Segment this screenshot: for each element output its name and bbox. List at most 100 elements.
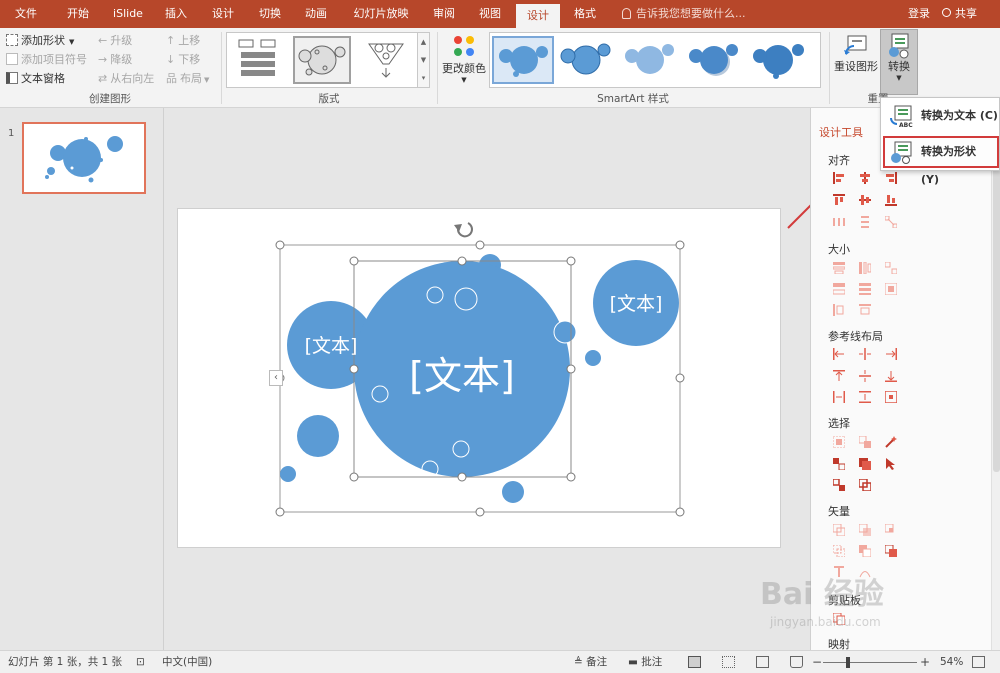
fit-slide-icon[interactable] bbox=[885, 283, 897, 295]
tab-transitions[interactable]: 切换 bbox=[250, 0, 290, 28]
convert-to-text-item[interactable]: ABC 转换为文本 (C) bbox=[883, 100, 999, 132]
zoom-out-button[interactable]: − bbox=[812, 651, 822, 673]
guide-between-h-icon[interactable] bbox=[833, 391, 845, 403]
guide-right-icon[interactable] bbox=[885, 348, 897, 360]
align-center-icon[interactable] bbox=[859, 172, 871, 184]
move-down-button[interactable]: ↓ 下移 bbox=[166, 51, 200, 69]
tab-islide[interactable]: iSlide bbox=[104, 0, 152, 28]
guide-top-icon[interactable] bbox=[833, 370, 845, 382]
language-status[interactable]: 中文(中国) bbox=[162, 651, 212, 673]
style-option-3[interactable] bbox=[620, 36, 682, 84]
convert-to-shapes-item[interactable]: 转换为形状 (Y) bbox=[883, 136, 999, 186]
login-link[interactable]: 登录 bbox=[908, 0, 930, 28]
layout-button[interactable]: 品布局 ▼ bbox=[166, 70, 209, 88]
change-colors-button[interactable]: 更改颜色 ▼ bbox=[441, 32, 487, 88]
bubble-main-text[interactable]: [文本] bbox=[392, 345, 532, 400]
layout-option-funnel[interactable] bbox=[357, 36, 415, 84]
add-shape-button[interactable]: 添加形状 ▼ bbox=[6, 32, 74, 50]
zoom-slider-knob[interactable] bbox=[846, 657, 850, 668]
align-middle-icon[interactable] bbox=[859, 194, 871, 206]
text-pane-button[interactable]: 文本窗格 bbox=[6, 70, 65, 88]
slide-thumbnail[interactable] bbox=[22, 122, 146, 194]
fit-width-icon[interactable] bbox=[833, 283, 845, 295]
align-bottom-icon[interactable] bbox=[885, 194, 897, 206]
text-pane-toggle[interactable]: ‹ bbox=[269, 370, 283, 386]
stretch-left-icon[interactable] bbox=[833, 304, 845, 316]
demote-button[interactable]: → 降级 bbox=[98, 51, 132, 69]
magic-wand-icon[interactable] bbox=[885, 436, 897, 448]
style-option-1[interactable] bbox=[492, 36, 554, 84]
guide-bottom-icon[interactable] bbox=[885, 370, 897, 382]
distribute-horizontal-icon[interactable] bbox=[833, 216, 845, 228]
select-layer-icon[interactable] bbox=[859, 458, 871, 470]
fit-height-icon[interactable] bbox=[859, 283, 871, 295]
select-inverse-icon[interactable] bbox=[833, 479, 845, 491]
notes-button[interactable]: ≜ 备注 bbox=[574, 651, 607, 673]
reset-graphic-button[interactable]: 重设图形 bbox=[833, 32, 879, 88]
add-bullet-button[interactable]: 添加项目符号 bbox=[6, 51, 87, 69]
slide[interactable]: [文本] [文本] [文本] bbox=[177, 208, 781, 548]
comments-button[interactable]: ▬ 批注 bbox=[628, 651, 662, 673]
tab-format[interactable]: 格式 bbox=[564, 0, 606, 28]
guide-between-v-icon[interactable] bbox=[859, 391, 871, 403]
layout-option-list[interactable] bbox=[231, 36, 289, 84]
bubble-small[interactable] bbox=[280, 466, 296, 482]
bubble-overlap[interactable] bbox=[553, 320, 577, 344]
guide-center-v-icon[interactable] bbox=[859, 370, 871, 382]
rotate-handle-icon[interactable] bbox=[454, 222, 473, 238]
spellcheck-icon[interactable]: ⊡ bbox=[136, 651, 145, 673]
select-frame-icon[interactable] bbox=[859, 479, 871, 491]
bubble-right-text[interactable]: [文本] bbox=[600, 289, 672, 316]
tab-smartart-design[interactable]: 设计 bbox=[516, 4, 560, 28]
guide-left-icon[interactable] bbox=[833, 348, 845, 360]
same-width-icon[interactable] bbox=[833, 262, 845, 274]
select-same-fill-icon[interactable] bbox=[859, 436, 871, 448]
union-icon[interactable] bbox=[833, 524, 845, 536]
bubble-small[interactable] bbox=[297, 415, 339, 457]
normal-view-icon[interactable] bbox=[688, 656, 701, 668]
layout-option-bubbles[interactable] bbox=[293, 36, 351, 84]
copy-icon[interactable] bbox=[833, 613, 845, 625]
fit-to-window-icon[interactable] bbox=[972, 656, 985, 668]
zoom-slider-track[interactable] bbox=[823, 662, 917, 663]
slideshow-view-icon[interactable] bbox=[790, 656, 803, 668]
distribute-vertical-icon[interactable] bbox=[859, 216, 871, 228]
tab-insert[interactable]: 插入 bbox=[156, 0, 196, 28]
scatter-icon[interactable] bbox=[885, 216, 897, 228]
fragment-icon[interactable] bbox=[885, 524, 897, 536]
select-group-icon[interactable] bbox=[833, 458, 845, 470]
vector-curve-icon[interactable] bbox=[859, 566, 871, 578]
pointer-icon[interactable] bbox=[885, 458, 897, 470]
align-right-icon[interactable] bbox=[885, 172, 897, 184]
same-size-icon[interactable] bbox=[885, 262, 897, 274]
subtract-icon[interactable] bbox=[859, 545, 871, 557]
convert-button[interactable]: 转换 ▼ bbox=[880, 29, 918, 95]
reading-view-icon[interactable] bbox=[756, 656, 769, 668]
style-option-4[interactable] bbox=[684, 36, 746, 84]
intersect-icon[interactable] bbox=[833, 545, 845, 557]
overlay-icon[interactable] bbox=[885, 545, 897, 557]
select-similar-icon[interactable] bbox=[833, 436, 845, 448]
rtl-button[interactable]: ⇄ 从右向左 bbox=[98, 70, 154, 88]
style-option-5[interactable] bbox=[748, 36, 810, 84]
bubble-small[interactable] bbox=[585, 350, 601, 366]
combine-icon[interactable] bbox=[859, 524, 871, 536]
guide-center-h-icon[interactable] bbox=[859, 348, 871, 360]
text-outline-icon[interactable] bbox=[833, 566, 845, 578]
scrollbar-thumb[interactable] bbox=[993, 152, 1000, 472]
tab-animations[interactable]: 动画 bbox=[296, 0, 336, 28]
tell-me-box[interactable]: 告诉我您想要做什么... bbox=[622, 0, 746, 28]
move-up-button[interactable]: ↑ 上移 bbox=[166, 32, 200, 50]
align-left-icon[interactable] bbox=[833, 172, 845, 184]
slide-sorter-view-icon[interactable] bbox=[722, 656, 735, 668]
layouts-gallery-scroll[interactable]: ▲ ▼ ▾ bbox=[417, 33, 429, 87]
promote-button[interactable]: ← 升级 bbox=[98, 32, 132, 50]
tab-slideshow[interactable]: 幻灯片放映 bbox=[344, 0, 418, 28]
style-option-2[interactable] bbox=[556, 36, 618, 84]
tab-review[interactable]: 审阅 bbox=[424, 0, 464, 28]
tab-view[interactable]: 视图 bbox=[470, 0, 510, 28]
tab-design[interactable]: 设计 bbox=[200, 0, 246, 28]
align-top-icon[interactable] bbox=[833, 194, 845, 206]
stretch-top-icon[interactable] bbox=[859, 304, 871, 316]
share-button[interactable]: 共享 bbox=[942, 0, 977, 28]
